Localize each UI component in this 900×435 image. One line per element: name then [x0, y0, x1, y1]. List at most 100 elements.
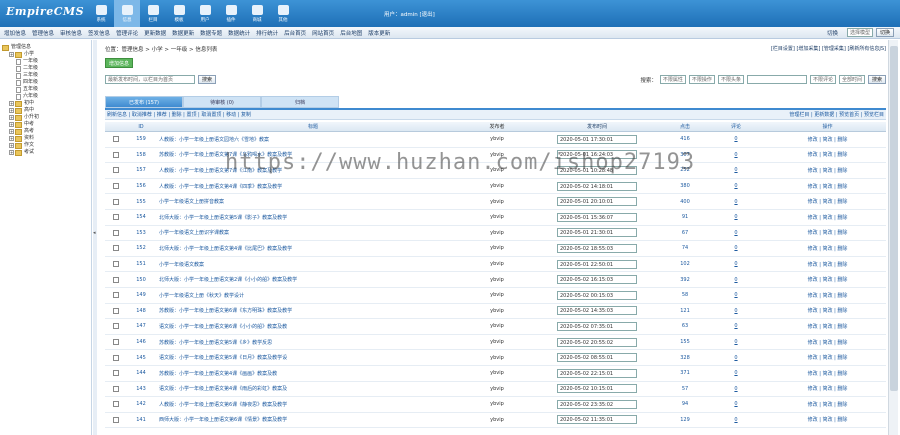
nav-column[interactable]: 栏目 [140, 0, 166, 27]
row-checkbox[interactable] [113, 370, 119, 377]
row-actions[interactable]: 修改 | 简改 | 删除 [769, 354, 886, 361]
row-actions[interactable]: 修改 | 简改 | 删除 [769, 151, 886, 158]
row-comments-link[interactable]: 0 [703, 370, 769, 376]
row-actions[interactable]: 修改 | 简改 | 删除 [769, 416, 886, 423]
nav-info[interactable]: 信息 [114, 0, 140, 27]
row-title-link[interactable]: 语文版：小学一年级上册语文第6课《小小的船》教案及教 [155, 323, 467, 330]
row-comments-link[interactable]: 0 [703, 152, 769, 158]
tree-item[interactable]: + 中考 [2, 121, 89, 128]
row-checkbox[interactable] [113, 276, 119, 283]
row-comments-link[interactable]: 0 [703, 417, 769, 423]
collapse-arrow-icon[interactable]: ◂ [93, 230, 96, 236]
row-title-link[interactable]: 小学一年级语文上册识字课教案 [155, 229, 467, 236]
filter-comment-select[interactable]: 不限评论 [809, 75, 836, 84]
row-actions[interactable]: 修改 | 简改 | 删除 [769, 385, 886, 392]
expand-icon[interactable]: + [9, 108, 14, 113]
row-actions[interactable]: 修改 | 简改 | 删除 [769, 136, 886, 143]
row-actions[interactable]: 修改 | 简改 | 删除 [769, 370, 886, 377]
row-time-field[interactable]: 2020-05-02 20:55:02 [557, 337, 637, 347]
menu-item[interactable]: 管理信息 [32, 29, 54, 37]
row-checkbox[interactable] [113, 354, 119, 361]
page-scrollbar[interactable] [888, 40, 898, 435]
row-time-field[interactable]: 2020-05-02 07:35:01 [557, 321, 637, 331]
row-comments-link[interactable]: 0 [703, 323, 769, 329]
row-actions[interactable]: 修改 | 简改 | 删除 [769, 339, 886, 346]
row-checkbox[interactable] [113, 307, 119, 314]
add-info-button[interactable]: 增加信息 [105, 58, 134, 68]
sort-select[interactable]: 最新发布时间，以栏目为首页 [105, 75, 195, 84]
tree-item[interactable]: 一年级 [2, 58, 89, 65]
row-time-field[interactable]: 2020-05-01 10:28:48 [557, 165, 637, 175]
row-comments-link[interactable]: 0 [703, 245, 769, 251]
row-comments-link[interactable]: 0 [703, 167, 769, 173]
row-comments-link[interactable]: 0 [703, 339, 769, 345]
menu-item[interactable]: 审核信息 [60, 29, 82, 37]
row-actions[interactable]: 修改 | 简改 | 删除 [769, 401, 886, 408]
menu-item[interactable]: 数据专题 [200, 29, 222, 37]
menu-item[interactable]: 数据统计 [228, 29, 250, 37]
top-links[interactable]: [栏目设置] [增加采集] [管理采集] [刷新所有信息JS] [771, 45, 886, 52]
row-checkbox[interactable] [113, 385, 119, 392]
tree-item[interactable]: + 资料 [2, 135, 89, 142]
tree-item[interactable]: + 高考 [2, 128, 89, 135]
row-checkbox[interactable] [113, 136, 119, 143]
tree-item[interactable]: + 小学 [2, 51, 89, 58]
menu-item[interactable]: 数据更新 [172, 29, 194, 37]
row-title-link[interactable]: 人教版：小学一年级上册语文第7课《江南》教案及教学 [155, 167, 467, 174]
tree-item[interactable]: 四年级 [2, 79, 89, 86]
row-checkbox[interactable] [113, 214, 119, 221]
filter-head-select[interactable]: 不限头条 [717, 75, 744, 84]
row-time-field[interactable]: 2020-05-02 23:35:02 [557, 399, 637, 409]
row-comments-link[interactable]: 0 [703, 230, 769, 236]
row-actions[interactable]: 修改 | 简改 | 删除 [769, 245, 886, 252]
sort-button[interactable]: 搜索 [198, 75, 217, 84]
row-actions[interactable]: 修改 | 简改 | 删除 [769, 183, 886, 190]
row-title-link[interactable]: 北师大版：小学一年级上册语文第4课《比尾巴》教案及教学 [155, 245, 467, 252]
nav-gear[interactable]: 其他 [270, 0, 296, 27]
row-time-field[interactable]: 2020-05-01 21:30:01 [557, 228, 637, 238]
row-checkbox[interactable] [113, 261, 119, 268]
nav-user[interactable]: 用户 [192, 0, 218, 27]
row-time-field[interactable]: 2020-05-02 22:15:01 [557, 368, 637, 378]
row-title-link[interactable]: 人教版：小学一年级上册语文第4课《四季》教案及教学 [155, 183, 467, 190]
row-title-link[interactable]: 西师大版：小学一年级上册语文第6课《情景》教案及教学 [155, 416, 467, 423]
row-comments-link[interactable]: 0 [703, 214, 769, 220]
row-actions[interactable]: 修改 | 简改 | 删除 [769, 307, 886, 314]
menu-item[interactable]: 管理评论 [116, 29, 138, 37]
search-input[interactable] [746, 75, 807, 84]
row-comments-link[interactable]: 0 [703, 355, 769, 361]
row-time-field[interactable]: 2020-05-01 17:30:01 [557, 134, 637, 144]
row-actions[interactable]: 修改 | 简改 | 删除 [769, 167, 886, 174]
row-actions[interactable]: 修改 | 简改 | 删除 [769, 229, 886, 236]
menu-item[interactable]: 后台地图 [340, 29, 362, 37]
row-title-link[interactable]: 北师大版：小学一年级上册语文第5课《影子》教案及教学 [155, 214, 467, 221]
tree-item[interactable]: + 考试 [2, 149, 89, 156]
tree-item[interactable]: 管理信息 [2, 44, 89, 51]
tree-item[interactable]: 三年级 [2, 72, 89, 79]
row-comments-link[interactable]: 0 [703, 386, 769, 392]
tree-item[interactable]: + 作文 [2, 142, 89, 149]
row-checkbox[interactable] [113, 292, 119, 299]
nav-shop[interactable]: 商城 [244, 0, 270, 27]
row-checkbox[interactable] [113, 198, 119, 205]
row-comments-link[interactable]: 0 [703, 183, 769, 189]
row-time-field[interactable]: 2020-05-02 14:18:01 [557, 181, 637, 191]
row-time-field[interactable]: 2020-05-01 16:24:03 [557, 150, 637, 160]
row-time-field[interactable]: 2020-05-02 10:15:01 [557, 384, 637, 394]
expand-icon[interactable]: + [9, 129, 14, 134]
tree-item[interactable]: 六年级 [2, 93, 89, 100]
row-comments-link[interactable]: 0 [703, 277, 769, 283]
row-title-link[interactable]: 北师大版：小学一年级上册语文第2课《小小的船》教案及教学 [155, 276, 467, 283]
row-actions[interactable]: 修改 | 简改 | 删除 [769, 292, 886, 299]
row-actions[interactable]: 修改 | 简改 | 删除 [769, 198, 886, 205]
search-button[interactable]: 搜索 [867, 75, 886, 84]
tree-item[interactable]: + 小升初 [2, 114, 89, 121]
nav-system[interactable]: 系统 [88, 0, 114, 27]
row-time-field[interactable]: 2020-05-02 11:35:01 [557, 415, 637, 425]
row-title-link[interactable]: 苏教版：小学一年级上册语文第4课《画画》教案及教 [155, 370, 467, 377]
row-time-field[interactable]: 2020-05-02 00:15:03 [557, 290, 637, 300]
row-title-link[interactable]: 小学一年级语文教案 [155, 261, 467, 268]
row-title-link[interactable]: 人教版：小学一年级上册语文第6课《静夜思》教案及教学 [155, 401, 467, 408]
row-comments-link[interactable]: 0 [703, 292, 769, 298]
row-title-link[interactable]: 语文版：小学一年级上册语文第4课《雨后的彩虹》教案及 [155, 385, 467, 392]
